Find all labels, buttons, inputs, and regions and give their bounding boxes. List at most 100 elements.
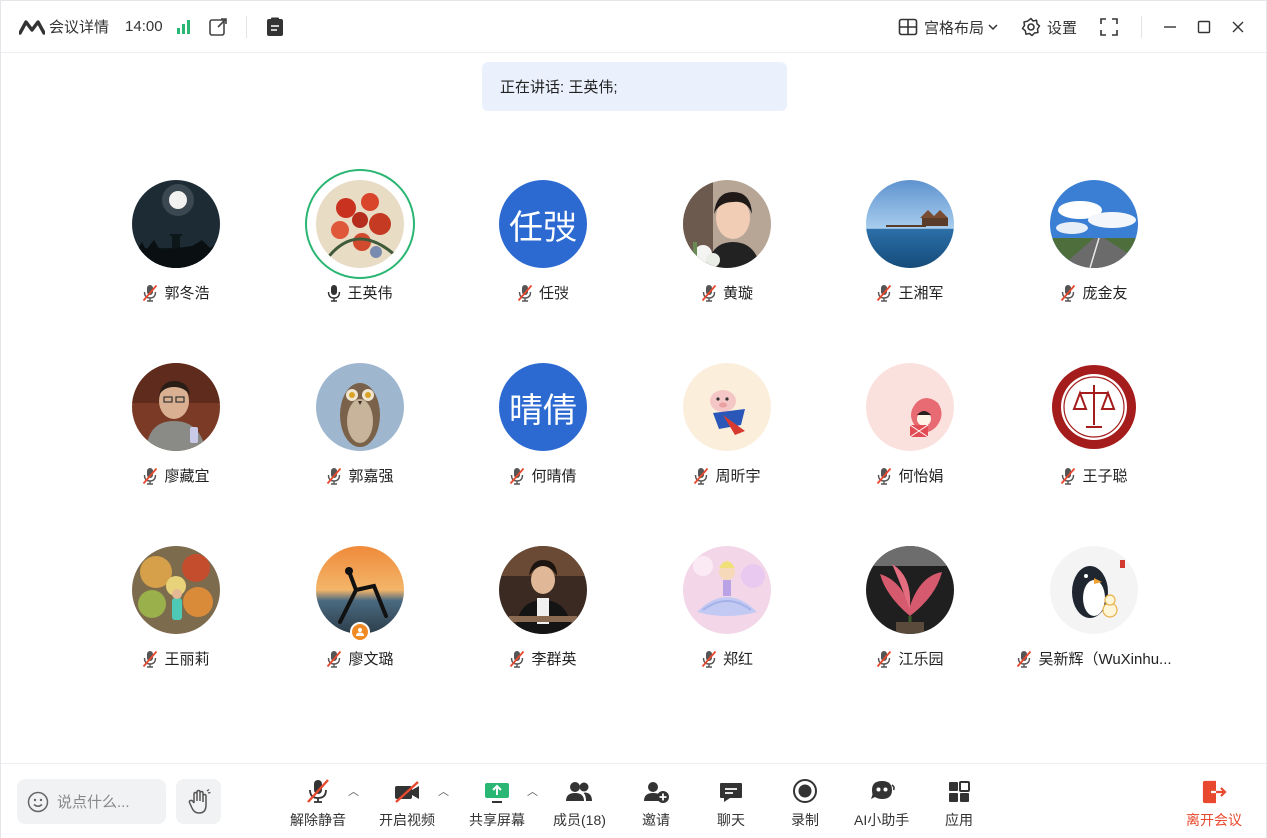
signal-strength-icon[interactable] [176,19,190,34]
participant-tile[interactable]: 郭嘉强 [268,354,452,504]
ai-assistant-button[interactable]: AI小助手 [854,778,909,830]
mic-muted-icon [517,284,533,302]
chat-icon [720,783,742,802]
avatar [683,546,771,634]
ai-assistant-label: AI小助手 [854,812,910,828]
mic-muted-icon [143,650,158,668]
emoji-icon[interactable] [27,791,49,813]
apps-grid-icon [949,781,970,802]
avatar [683,363,771,451]
video-options-chevron-icon[interactable]: ︿ [438,783,449,799]
unmute-label: 解除静音 [290,812,346,828]
participant-tile[interactable]: 周昕宇 [635,354,819,504]
apps-label: 应用 [945,812,973,828]
gear-icon [1021,17,1041,37]
participant-tile[interactable]: 庞金友 [1002,171,1186,321]
start-video-button[interactable]: 开启视频 [379,778,435,830]
participant-tile[interactable]: 黄璇 [635,171,819,321]
participant-name: 王英伟 [347,285,393,302]
participant-tile[interactable]: 李群英 [451,537,635,687]
avatar [132,546,220,634]
fullscreen-icon[interactable] [1099,17,1119,37]
share-screen-button[interactable]: 共享屏幕 [469,778,525,830]
screen-share-icon [485,783,509,803]
avatar [132,180,220,268]
avatar [1050,180,1138,268]
mic-muted-icon [307,779,329,803]
close-icon[interactable] [1228,17,1248,37]
participant-tile[interactable]: 王英伟 [268,169,452,321]
mic-muted-icon [701,650,717,668]
title-bar: 会议详情 14:00 宫格布局 设置 [1,1,1266,53]
members-button[interactable]: 成员(18) [553,778,606,830]
apps-button[interactable]: 应用 [945,778,973,830]
participant-tile[interactable]: 廖藏宜 [84,354,268,504]
settings-label: 设置 [1046,19,1077,37]
participant-tile[interactable]: 王湘军 [818,171,1002,321]
avatar [499,546,587,634]
members-label: 成员(18) [553,812,606,828]
avatar-initials: 晴倩 [499,363,587,451]
mic-muted-icon [877,284,892,302]
share-screen-label: 共享屏幕 [469,812,525,828]
active-speaker-text: 正在讲话: 王英伟; [500,79,618,96]
avatar [132,363,220,451]
participant-name: 江乐园 [898,651,944,668]
quick-chat-input[interactable]: 说点什么... [17,779,166,824]
participant-tile[interactable]: 何怡娟 [818,354,1002,504]
share-link-icon[interactable] [208,17,228,37]
avatar-initials: 任弢 [499,180,587,268]
participant-tile[interactable]: 王丽莉 [84,537,268,687]
chat-button[interactable]: 聊天 [717,778,745,830]
participant-name: 郑红 [722,651,753,668]
maximize-icon[interactable] [1194,17,1214,37]
settings-button[interactable]: 设置 [1021,17,1077,38]
participant-name: 王丽莉 [164,651,210,668]
participant-name: 廖文璐 [348,651,394,668]
participant-tile[interactable]: 吴新辉（WuXinhu... [1002,537,1186,687]
participant-name: 黄璇 [722,285,753,302]
participant-tile[interactable]: 郭冬浩 [84,171,268,321]
share-options-chevron-icon[interactable]: ︿ [527,783,538,799]
participant-name: 周昕宇 [715,468,761,485]
grid-layout-button[interactable]: 宫格布局 [898,17,999,38]
meeting-clock: 14:00 [125,18,163,35]
mic-muted-icon [1017,650,1032,668]
participant-tile[interactable]: 任弢 任弢 [451,171,635,321]
host-badge-icon [350,622,370,642]
mic-muted-icon [877,650,892,668]
participant-name: 李群英 [531,651,577,668]
participant-tile[interactable]: 廖文璐 [268,537,452,687]
record-button[interactable]: 录制 [791,778,819,830]
participant-name: 何怡娟 [898,468,944,485]
avatar [866,363,954,451]
mic-muted-icon [143,467,158,485]
audio-options-chevron-icon[interactable]: ︿ [348,783,359,799]
participant-tile[interactable]: 郑红 [635,537,819,687]
notes-icon[interactable] [265,17,285,37]
participant-name: 郭嘉强 [348,468,394,485]
participant-name: 吴新辉（WuXinhu... [1038,651,1172,668]
meeting-details-link[interactable]: 会议详情 [49,16,109,37]
leave-meeting-button[interactable]: 离开会议 [1186,778,1242,830]
grid-layout-label: 宫格布局 [923,19,984,37]
raise-hand-button[interactable] [176,779,221,824]
minimize-icon[interactable] [1160,17,1180,37]
participant-name: 庞金友 [1082,285,1128,302]
avatar [316,363,404,451]
bottom-toolbar: 说点什么... 解除静音 ︿ 开启视频 ︿ 共享屏幕 ︿ 成员(18) 邀请 聊… [1,763,1266,838]
active-speaker-banner: 正在讲话: 王英伟; [482,62,787,111]
participant-name: 廖藏宜 [164,468,210,485]
mic-muted-icon [1061,284,1076,302]
participant-tile[interactable]: 晴倩 何晴倩 [451,354,635,504]
participant-tile[interactable]: 王子聪 [1002,354,1186,504]
ai-assistant-icon [870,781,895,799]
avatar [316,180,404,268]
participant-name: 王子聪 [1082,468,1128,485]
divider [245,15,247,38]
participant-tile[interactable]: 江乐园 [818,537,1002,687]
invite-button[interactable]: 邀请 [642,778,670,830]
unmute-button[interactable]: 解除静音 [290,778,346,830]
quick-chat-placeholder: 说点什么... [57,794,130,811]
avatar [316,546,404,642]
